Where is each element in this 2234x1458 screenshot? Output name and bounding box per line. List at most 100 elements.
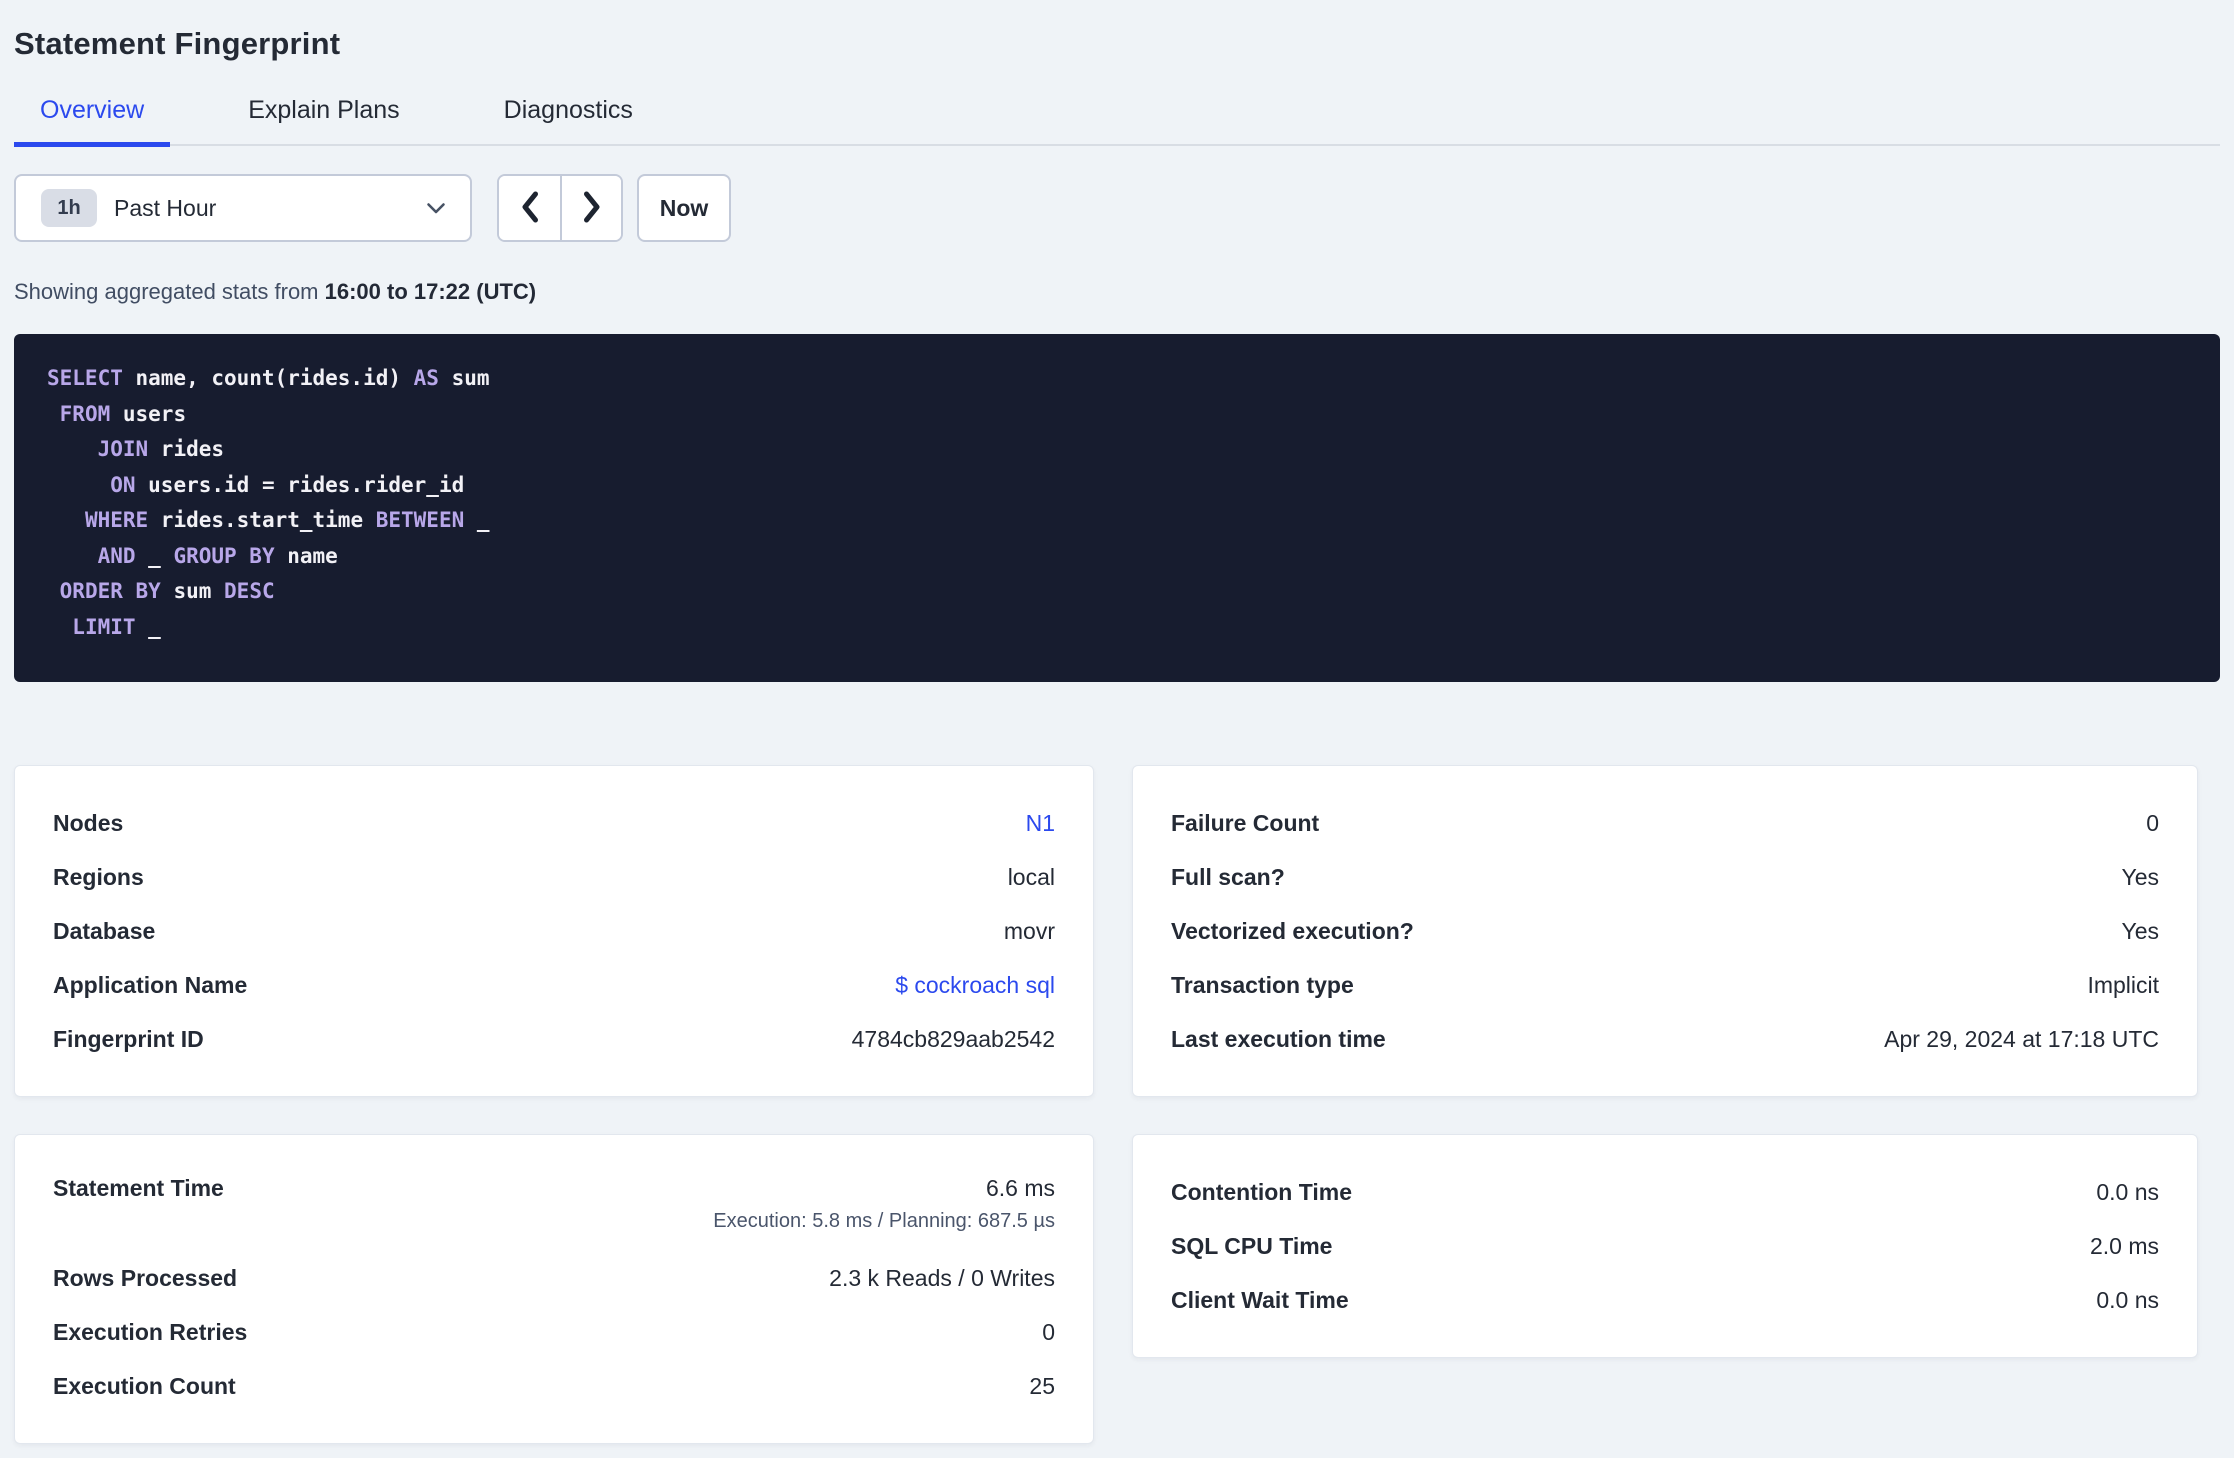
detail-row: Transaction type Implicit bbox=[1171, 958, 2159, 1012]
sql-keyword: ON bbox=[110, 472, 136, 497]
stats-caption-range: 16:00 to 17:22 (UTC) bbox=[324, 279, 537, 304]
aggregated-stats-caption: Showing aggregated stats from 16:00 to 1… bbox=[14, 279, 2220, 305]
sql-line: AND _ GROUP BY name bbox=[47, 539, 2190, 575]
row-label: Statement Time bbox=[53, 1175, 224, 1201]
sql-line: JOIN rides bbox=[47, 432, 2190, 468]
row-label: Vectorized execution? bbox=[1171, 917, 1414, 944]
statement-timing-card: Statement Time 6.6 ms Execution: 5.8 ms / … bbox=[14, 1134, 1094, 1444]
sql-token: users bbox=[110, 401, 187, 426]
row-value: Yes bbox=[2121, 863, 2159, 890]
sql-token: sum bbox=[160, 579, 225, 603]
wait-timing-card: Contention Time 0.0 ns SQL CPU Time 2.0 ms C… bbox=[1132, 1134, 2198, 1358]
row-label: Fingerprint ID bbox=[53, 1025, 204, 1052]
sql-keyword: AS bbox=[413, 366, 439, 390]
row-label: Full scan? bbox=[1171, 863, 1285, 890]
sql-keyword: DESC bbox=[224, 579, 275, 603]
detail-row: Nodes N1 bbox=[53, 796, 1055, 850]
sql-line: FROM users bbox=[47, 397, 2190, 433]
execution-attributes-card: Failure Count 0 Full scan? Yes Vectorized ex… bbox=[1132, 765, 2198, 1097]
row-value: local bbox=[1007, 863, 1055, 890]
detail-row: Failure Count 0 bbox=[1171, 796, 2159, 850]
row-label: Client Wait Time bbox=[1171, 1286, 1349, 1313]
time-range-dropdown[interactable]: 1h Past Hour bbox=[14, 174, 472, 242]
row-value-link[interactable]: $ cockroach sql bbox=[895, 972, 1055, 999]
row-label: Execution Count bbox=[53, 1372, 236, 1399]
timing-cards-row: Statement Time 6.6 ms Execution: 5.8 ms / … bbox=[14, 1134, 2220, 1444]
detail-row: Last execution time Apr 29, 2024 at 17:18… bbox=[1171, 1012, 2159, 1066]
detail-row: Execution Count 25 bbox=[53, 1359, 1055, 1413]
tab-diagnostics[interactable]: Diagnostics bbox=[478, 96, 659, 147]
sql-keyword: GROUP BY bbox=[173, 543, 275, 568]
sql-keyword: BETWEEN bbox=[375, 508, 465, 532]
row-value: 0 bbox=[2146, 809, 2159, 836]
row-value: Apr 29, 2024 at 17:18 UTC bbox=[1884, 1025, 2159, 1052]
time-controls: 1h Past Hour Now bbox=[14, 174, 2220, 242]
sql-line: WHERE rides.start_time BETWEEN _ bbox=[47, 503, 2190, 539]
chevron-left-icon bbox=[519, 190, 541, 227]
tab-explain-plans[interactable]: Explain Plans bbox=[222, 96, 425, 147]
sql-line: ORDER BY sum DESC bbox=[47, 574, 2190, 610]
detail-row: Client Wait Time 0.0 ns bbox=[1171, 1273, 2159, 1327]
tab-overview[interactable]: Overview bbox=[14, 96, 171, 147]
detail-row: Contention Time 0.0 ns bbox=[1171, 1165, 2159, 1219]
page-title: Statement Fingerprint bbox=[14, 26, 341, 61]
row-label: Regions bbox=[53, 863, 144, 890]
row-value: movr bbox=[1003, 917, 1055, 944]
stats-caption-prefix: Showing aggregated stats from bbox=[14, 279, 325, 304]
row-value: 0.0 ns bbox=[2096, 1286, 2159, 1313]
detail-row: Execution Retries 0 bbox=[53, 1305, 1055, 1359]
detail-row: Database movr bbox=[53, 904, 1055, 958]
sql-keyword: AND bbox=[97, 543, 136, 568]
row-label: Contention Time bbox=[1171, 1178, 1353, 1205]
previous-time-button[interactable] bbox=[499, 176, 560, 240]
now-button[interactable]: Now bbox=[637, 174, 731, 242]
statement-fingerprint-page: Statement Fingerprint Overview Explain Pl… bbox=[0, 0, 2234, 1444]
row-label: Nodes bbox=[53, 809, 124, 836]
row-label: Last execution time bbox=[1171, 1025, 1386, 1052]
row-value: 2.3 k Reads / 0 Writes bbox=[829, 1264, 1055, 1291]
sql-statement-box: SELECT name, count(rides.id) AS sum FROM… bbox=[14, 334, 2220, 682]
statement-details-card: Nodes N1 Regions local Database movr Applicati… bbox=[14, 765, 1094, 1097]
row-label: Rows Processed bbox=[53, 1264, 238, 1291]
row-label: Execution Retries bbox=[53, 1318, 248, 1345]
chevron-down-icon bbox=[426, 202, 446, 215]
row-value: Yes bbox=[2121, 917, 2159, 944]
sql-keyword: ORDER BY bbox=[59, 579, 161, 603]
time-range-badge: 1h bbox=[41, 189, 97, 227]
row-value-block: 6.6 ms Execution: 5.8 ms / Planning: 687.… bbox=[713, 1175, 1055, 1233]
sql-token: _ bbox=[464, 508, 490, 532]
details-cards-row: Nodes N1 Regions local Database movr Applicati… bbox=[14, 765, 2220, 1097]
row-label: Transaction type bbox=[1171, 971, 1354, 998]
sql-keyword: LIMIT bbox=[72, 614, 136, 639]
row-label: Application Name bbox=[53, 971, 248, 998]
detail-row: Statement Time 6.6 ms Execution: 5.8 ms / … bbox=[53, 1165, 1055, 1251]
sql-line: LIMIT _ bbox=[47, 610, 2190, 646]
detail-row: Vectorized execution? Yes bbox=[1171, 904, 2159, 958]
time-range-label: Past Hour bbox=[114, 194, 217, 221]
tab-bar: Overview Explain Plans Diagnostics bbox=[14, 96, 2220, 147]
chevron-right-icon bbox=[581, 190, 603, 227]
row-value-link[interactable]: N1 bbox=[1026, 810, 1055, 837]
row-value: 25 bbox=[1029, 1372, 1055, 1399]
detail-row: Application Name $ cockroach sql bbox=[53, 958, 1055, 1012]
row-subvalue: Execution: 5.8 ms / Planning: 687.5 µs bbox=[713, 1210, 1055, 1232]
sql-keyword: WHERE bbox=[84, 508, 149, 532]
row-label: Failure Count bbox=[1171, 809, 1320, 836]
time-step-buttons bbox=[497, 174, 623, 242]
detail-row: Regions local bbox=[53, 850, 1055, 904]
detail-row: Full scan? Yes bbox=[1171, 850, 2159, 904]
sql-token: users.id = rides.rider_id bbox=[135, 472, 465, 497]
next-time-button[interactable] bbox=[560, 176, 621, 240]
row-value: 0 bbox=[1042, 1318, 1055, 1345]
detail-row: Fingerprint ID 4784cb829aab2542 bbox=[53, 1012, 1055, 1066]
sql-token: _ bbox=[135, 543, 174, 568]
sql-line: SELECT name, count(rides.id) AS sum bbox=[47, 361, 2190, 397]
detail-row: SQL CPU Time 2.0 ms bbox=[1171, 1219, 2159, 1273]
sql-token: name, count(rides.id) bbox=[122, 366, 414, 390]
